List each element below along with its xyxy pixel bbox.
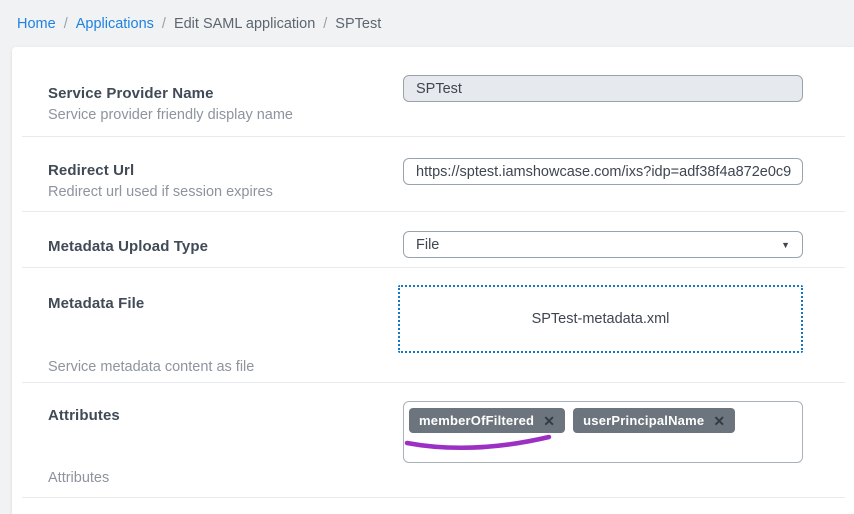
breadcrumb-sptest: SPTest [335,16,381,32]
attributes-label: Attributes [48,407,120,424]
form-row-metadata-upload-type: Metadata Upload Type File ▼ [22,212,845,268]
chevron-down-icon: ▼ [781,240,790,250]
metadata-file-dropzone[interactable]: SPTest-metadata.xml [398,285,803,353]
breadcrumb-edit-saml-application: Edit SAML application [174,16,315,32]
attribute-tag-memberOfFiltered[interactable]: memberOfFiltered ✕ [409,408,565,433]
remove-tag-icon[interactable]: ✕ [543,414,555,428]
metadata-file-name: SPTest-metadata.xml [532,311,670,327]
form-row-service-provider-name: Service Provider Name Service provider f… [22,47,845,137]
remove-tag-icon[interactable]: ✕ [713,414,725,428]
service-provider-name-input[interactable] [403,75,803,102]
attributes-input[interactable]: memberOfFiltered ✕ userPrincipalName ✕ [403,401,803,463]
breadcrumb-home-link[interactable]: Home [17,16,56,32]
redirect-url-help: Redirect url used if session expires [48,184,273,200]
edit-saml-application-card: Service Provider Name Service provider f… [12,47,854,514]
attribute-tag-label: memberOfFiltered [419,413,534,428]
service-provider-name-help: Service provider friendly display name [48,107,293,123]
metadata-upload-type-select[interactable]: File ▼ [403,231,803,258]
breadcrumb: Home / Applications / Edit SAML applicat… [0,0,854,47]
metadata-upload-type-value: File [416,237,781,253]
form-row-redirect-url: Redirect Url Redirect url used if sessio… [22,137,845,212]
metadata-file-label: Metadata File [48,295,144,312]
attribute-tag-userPrincipalName[interactable]: userPrincipalName ✕ [573,408,735,433]
metadata-file-help: Service metadata content as file [48,359,254,375]
service-provider-name-label: Service Provider Name [48,85,214,102]
form-row-attributes: Attributes Attributes memberOfFiltered ✕… [22,383,845,498]
breadcrumb-separator: / [64,16,68,32]
redirect-url-label: Redirect Url [48,162,134,179]
attributes-help: Attributes [48,470,109,486]
redirect-url-input[interactable] [403,158,803,185]
breadcrumb-separator: / [162,16,166,32]
breadcrumb-separator: / [323,16,327,32]
breadcrumb-applications-link[interactable]: Applications [76,16,154,32]
attribute-tag-label: userPrincipalName [583,413,704,428]
metadata-upload-type-label: Metadata Upload Type [48,238,208,255]
form-row-metadata-file: Metadata File Service metadata content a… [22,268,845,383]
